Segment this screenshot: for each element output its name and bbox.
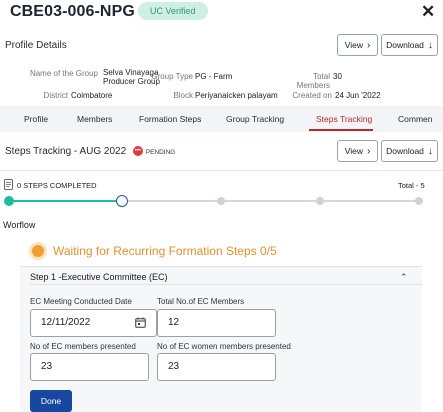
chevron-up-icon[interactable]: ⌃ <box>400 272 408 283</box>
document-icon <box>4 179 13 190</box>
steps-tracking-title-text: Steps Tracking - AUG 2022 <box>5 146 127 157</box>
workflow-label: Worflow <box>3 220 36 230</box>
steps-tracking-bar: Steps Tracking - AUG 2022 ••• PENDING Vi… <box>0 140 443 162</box>
tab-comments[interactable]: Commen <box>398 106 432 132</box>
active-tab-indicator <box>309 129 373 131</box>
status-dot-icon <box>32 245 44 257</box>
modal-header: CBE03-006-NPG 01 UC Verified ✕ <box>0 0 443 26</box>
district-label: District <box>43 91 68 100</box>
done-button[interactable]: Done <box>30 390 72 412</box>
page-title: CBE03-006-NPG 01 <box>10 3 158 20</box>
tab-bar: Profile Members Formation Steps Group Tr… <box>0 106 443 132</box>
block-label: Block <box>173 91 193 100</box>
profile-download-button[interactable]: Download ↓ <box>381 34 438 56</box>
chevron-right-icon: › <box>366 40 371 51</box>
uc-verified-badge: UC Verified <box>138 2 208 20</box>
ec-meeting-date-value: 12/11/2022 <box>41 317 91 328</box>
download-icon: ↓ <box>427 40 433 51</box>
total-ec-members-value: 12 <box>168 317 180 328</box>
total-ec-members-label: Total No.of EC Members <box>157 297 245 306</box>
download-icon: ↓ <box>427 146 433 157</box>
divider <box>0 170 443 171</box>
workflow-status-text: Waiting for Recurring Formation Steps 0/… <box>53 244 277 258</box>
tab-group-tracking[interactable]: Group Tracking <box>226 106 284 132</box>
profile-view-button[interactable]: View › <box>337 34 378 56</box>
download-label: Download <box>386 146 424 156</box>
steps-download-button[interactable]: Download ↓ <box>381 140 438 162</box>
calendar-icon[interactable] <box>135 317 146 328</box>
district-value: Coimbatore <box>71 91 113 100</box>
total-ec-members-field[interactable]: 12 <box>157 309 276 337</box>
chevron-right-icon: › <box>366 146 371 157</box>
ec-members-presented-field[interactable]: 23 <box>30 353 149 381</box>
profile-details-title: Profile Details <box>5 40 67 51</box>
download-label: Download <box>386 40 424 50</box>
pending-status-text: PENDING <box>145 149 176 156</box>
step-panel <box>20 266 422 412</box>
group-name-label: Name of the Group <box>29 69 98 78</box>
tab-formation-steps[interactable]: Formation Steps <box>139 106 201 132</box>
view-label: View <box>344 146 363 156</box>
step-node-pending <box>316 197 324 205</box>
group-type-label: Group Type <box>151 72 193 81</box>
view-label: View <box>344 40 363 50</box>
steps-total-text: Total - 5 <box>398 181 425 190</box>
steps-view-button[interactable]: View › <box>337 140 378 162</box>
panel-divider <box>30 284 422 285</box>
tab-members[interactable]: Members <box>77 106 112 132</box>
steps-tracking-title: Steps Tracking - AUG 2022 ••• PENDING <box>5 146 175 157</box>
ec-members-presented-value: 23 <box>41 361 53 372</box>
ec-members-presented-label: No of EC members presented <box>30 342 136 351</box>
tab-profile[interactable]: Profile <box>24 106 48 132</box>
profile-details-bar: Profile Details View › Download ↓ <box>0 34 443 56</box>
total-members-value: 30 <box>333 72 342 81</box>
ec-women-presented-value: 23 <box>168 361 180 372</box>
step-node-complete <box>4 196 14 206</box>
step-node-current <box>116 195 128 207</box>
block-value: Periyanaicken palayam <box>195 91 278 100</box>
ec-women-presented-label: No of EC women members presented <box>157 342 291 351</box>
created-on-label: Created on <box>292 91 332 100</box>
step-title: Step 1 -Executive Committee (EC) <box>30 272 168 282</box>
ec-women-presented-field[interactable]: 23 <box>157 353 276 381</box>
progress-track-empty <box>122 200 422 202</box>
steps-completed-text: 0 STEPS COMPLETED <box>17 181 97 190</box>
step-node-pending <box>217 197 225 205</box>
progress-track-filled <box>8 200 122 202</box>
pending-status-icon: ••• <box>132 146 143 157</box>
close-icon[interactable]: ✕ <box>421 2 435 22</box>
total-members-label: Total Members <box>296 72 330 90</box>
group-type-value: PG - Farm <box>195 72 233 81</box>
step-node-pending <box>415 197 423 205</box>
created-on-value: 24 Jun '2022 <box>335 91 381 100</box>
ec-meeting-date-label: EC Meeting Conducted Date <box>30 297 132 306</box>
